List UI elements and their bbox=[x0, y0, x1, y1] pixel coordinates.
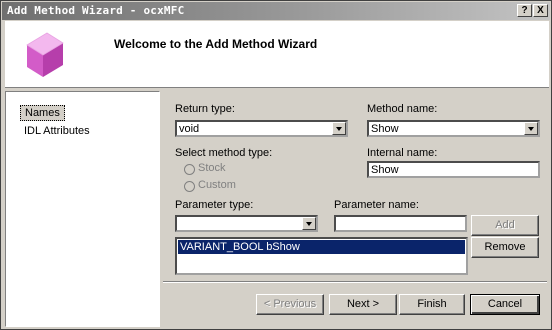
finish-button[interactable]: Finish bbox=[399, 294, 465, 315]
title-bar[interactable]: Add Method Wizard - ocxMFC ? X bbox=[2, 2, 550, 20]
parameter-name-field[interactable] bbox=[334, 215, 467, 232]
chevron-down-icon[interactable] bbox=[524, 122, 538, 135]
parameter-name-label: Parameter name: bbox=[334, 199, 419, 211]
custom-radio[interactable] bbox=[184, 181, 195, 192]
chevron-down-icon[interactable] bbox=[332, 122, 346, 135]
page-title: Welcome to the Add Method Wizard bbox=[114, 37, 318, 51]
chevron-down-icon[interactable] bbox=[302, 217, 316, 230]
wizard-header: Welcome to the Add Method Wizard bbox=[5, 21, 549, 88]
help-button[interactable]: ? bbox=[517, 4, 532, 17]
names-panel: Return type: void Method name: Show Sele… bbox=[163, 91, 547, 327]
next-button[interactable]: Next > bbox=[329, 294, 397, 315]
select-method-type-label: Select method type: bbox=[175, 147, 273, 159]
add-button[interactable]: Add bbox=[471, 215, 539, 236]
wizard-cube-icon bbox=[26, 32, 64, 77]
parameter-type-combo[interactable] bbox=[175, 215, 318, 232]
nav-item-idl-attributes[interactable]: IDL Attributes bbox=[20, 124, 94, 138]
stock-radio-label: Stock bbox=[198, 162, 226, 174]
internal-name-value: Show bbox=[371, 164, 399, 176]
remove-button[interactable]: Remove bbox=[471, 237, 539, 258]
return-type-value: void bbox=[179, 123, 200, 135]
nav-item-names[interactable]: Names bbox=[20, 105, 65, 121]
internal-name-field[interactable]: Show bbox=[367, 161, 540, 178]
parameter-type-label: Parameter type: bbox=[175, 199, 254, 211]
list-item[interactable]: VARIANT_BOOL bShow bbox=[178, 240, 465, 254]
stock-radio[interactable] bbox=[184, 164, 195, 175]
previous-button[interactable]: < Previous bbox=[256, 294, 324, 315]
method-name-label: Method name: bbox=[367, 103, 438, 115]
cancel-button[interactable]: Cancel bbox=[470, 294, 540, 315]
wizard-nav: Names IDL Attributes bbox=[5, 91, 160, 327]
wizard-window: Add Method Wizard - ocxMFC ? X Welcome t… bbox=[0, 0, 552, 330]
divider bbox=[163, 281, 547, 283]
window-title: Add Method Wizard - ocxMFC bbox=[7, 4, 185, 17]
method-name-combo[interactable]: Show bbox=[367, 120, 540, 137]
parameter-list[interactable]: VARIANT_BOOL bShow bbox=[175, 237, 468, 275]
method-name-value: Show bbox=[371, 123, 399, 135]
custom-radio-label: Custom bbox=[198, 179, 236, 191]
close-button[interactable]: X bbox=[533, 4, 548, 17]
internal-name-label: Internal name: bbox=[367, 147, 438, 159]
return-type-label: Return type: bbox=[175, 103, 235, 115]
return-type-combo[interactable]: void bbox=[175, 120, 348, 137]
